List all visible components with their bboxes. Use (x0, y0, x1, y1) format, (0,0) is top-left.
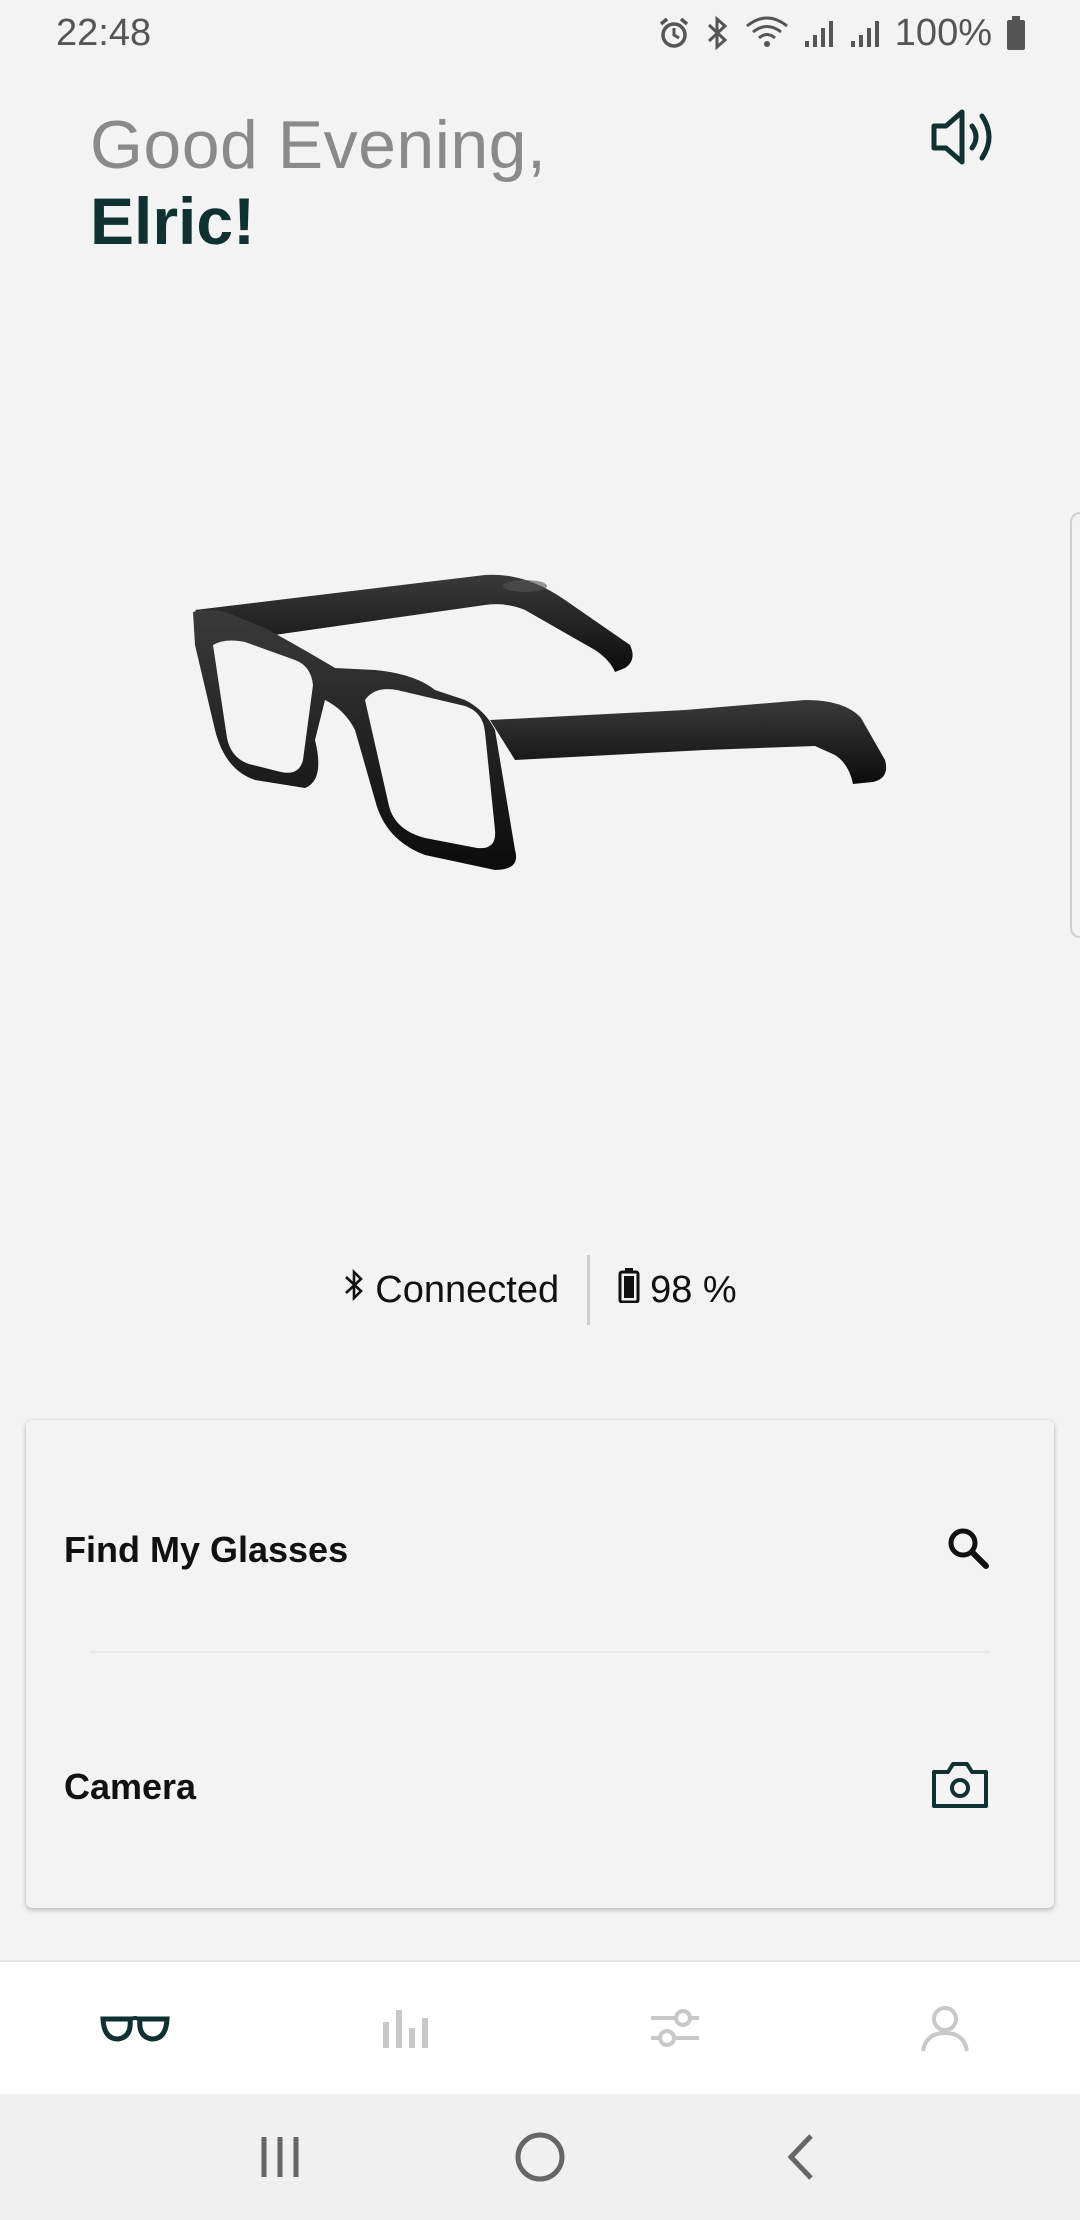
status-icons: 100% (657, 12, 1026, 55)
bottom-nav (0, 1960, 1080, 2094)
system-nav-bar (0, 2094, 1080, 2220)
glasses-image (185, 550, 895, 880)
speaker-icon (931, 109, 992, 165)
tab-profile[interactable] (855, 1978, 1035, 2078)
connection-label: Connected (375, 1268, 560, 1311)
camera-label: Camera (64, 1766, 197, 1807)
camera-icon (930, 1760, 990, 1815)
card-divider (90, 1651, 990, 1653)
back-icon (787, 2134, 813, 2180)
profile-icon (921, 2006, 969, 2052)
connection-status: Connected (343, 1267, 559, 1313)
glasses-battery: 98 % (618, 1267, 737, 1313)
device-status: Connected 98 % (0, 1254, 1080, 1326)
search-icon (946, 1526, 990, 1575)
glasses-icon (100, 2016, 170, 2042)
find-my-glasses-label: Find My Glasses (64, 1529, 349, 1570)
volume-button[interactable] (928, 104, 998, 170)
camera-button[interactable]: Camera (64, 1727, 990, 1847)
home-button[interactable] (480, 2112, 600, 2202)
signal-icon (803, 17, 835, 49)
battery-icon (618, 1267, 640, 1313)
bluetooth-icon (705, 15, 731, 51)
status-time: 22:48 (56, 11, 152, 54)
status-battery-percent: 100% (894, 11, 992, 54)
home-icon (515, 2132, 565, 2182)
battery-icon (1006, 15, 1026, 51)
recent-apps-icon (261, 2137, 299, 2177)
bluetooth-icon (343, 1267, 365, 1313)
app-screen: 22:48 100% Good Evening, Elric! Connecte… (0, 0, 1080, 2220)
recent-apps-button[interactable] (220, 2112, 340, 2202)
wifi-icon (745, 16, 789, 50)
status-divider (587, 1255, 591, 1325)
battery-label: 98 % (650, 1268, 737, 1311)
sliders-icon (651, 2009, 699, 2047)
tab-stats[interactable] (315, 1978, 495, 2078)
alarm-icon (657, 16, 691, 50)
signal-icon (849, 17, 881, 49)
greeting-line: Good Evening, (90, 107, 547, 183)
tab-glasses[interactable] (45, 1978, 225, 2078)
edge-panel-handle[interactable] (1070, 512, 1080, 938)
stats-icon (383, 2010, 428, 2048)
tab-settings[interactable] (585, 1978, 765, 2078)
find-my-glasses-button[interactable]: Find My Glasses (64, 1490, 990, 1610)
status-bar: 22:48 100% (0, 0, 1080, 66)
user-name: Elric! (90, 184, 256, 259)
back-button[interactable] (740, 2112, 860, 2202)
greeting: Good Evening, Elric! (90, 107, 547, 259)
